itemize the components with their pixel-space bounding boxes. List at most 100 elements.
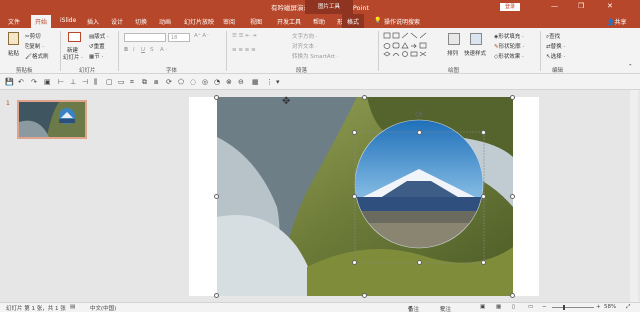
resize-handle[interactable] xyxy=(481,130,486,135)
picture-icon[interactable]: ▦ xyxy=(252,78,259,86)
share-button[interactable]: 👤共享 xyxy=(607,17,627,26)
tab-format[interactable]: 格式 xyxy=(342,14,365,28)
quick-styles-button[interactable]: 快速样式 xyxy=(464,49,486,57)
align-left-icon[interactable]: ⊢ xyxy=(58,78,64,86)
undo-icon[interactable]: ↶ xyxy=(18,78,24,86)
rotate-icon[interactable]: ⟳ xyxy=(166,78,172,86)
arrange-button[interactable]: 排列 xyxy=(447,49,458,57)
slide-sorter-icon[interactable]: ▦ xyxy=(496,304,501,310)
resize-handle[interactable] xyxy=(352,260,357,265)
resize-handle[interactable] xyxy=(481,260,486,265)
shape-fill-button[interactable]: ◈形状填充 · xyxy=(494,32,524,40)
resize-handle[interactable] xyxy=(214,95,219,100)
normal-view-icon[interactable]: ▣ xyxy=(480,304,485,310)
format-painter-button[interactable]: 🖌格式刷 xyxy=(25,52,49,60)
copy-button[interactable]: ⎘复制 · xyxy=(25,42,44,51)
tab-animations[interactable]: 动画 xyxy=(159,17,171,26)
strikethrough-button[interactable]: S xyxy=(150,47,154,53)
crop-icon[interactable]: ⌗ xyxy=(130,78,134,87)
qat-dropdown-icon[interactable]: ▾ xyxy=(276,78,280,86)
tab-slideshow[interactable]: 幻灯片放映 xyxy=(184,17,214,26)
resize-handle[interactable] xyxy=(214,194,219,199)
subtract-icon[interactable]: ⊖ xyxy=(238,78,244,86)
new-slide-dropdown[interactable]: 幻灯片 · xyxy=(63,53,83,61)
collapse-ribbon-icon[interactable]: ⌃ xyxy=(628,64,633,70)
send-backward-icon[interactable]: ⧈ xyxy=(154,78,158,87)
font-size-input[interactable]: 18 xyxy=(168,33,190,42)
bring-forward-icon[interactable]: ⧉ xyxy=(142,78,147,87)
resize-handle[interactable] xyxy=(481,194,486,199)
resize-handle[interactable] xyxy=(352,194,357,199)
distribute-icon[interactable]: ⫼ xyxy=(94,78,97,87)
intersect-icon[interactable]: ⊗ xyxy=(226,78,232,86)
rotate-handle-icon[interactable]: ⟳ xyxy=(415,110,423,121)
arrange-icon[interactable] xyxy=(448,33,460,45)
tab-help[interactable]: 帮助 xyxy=(313,17,325,26)
union-icon[interactable]: ◌ xyxy=(190,78,196,86)
resize-handle[interactable] xyxy=(214,293,219,298)
reading-view-icon[interactable]: ▯ xyxy=(512,304,515,310)
layout-button[interactable]: ▤版式 · xyxy=(89,32,109,40)
minimize-button[interactable]: — xyxy=(551,2,558,10)
paste-button[interactable]: 粘贴 xyxy=(8,49,19,57)
resize-handle[interactable] xyxy=(417,130,422,135)
resize-handle[interactable] xyxy=(362,293,367,298)
spellcheck-icon[interactable]: ▤ xyxy=(70,304,75,310)
grow-font-icon[interactable]: A⁺ A⁻ xyxy=(194,33,209,39)
tab-transitions[interactable]: 切换 xyxy=(135,17,147,26)
zoom-slider-thumb[interactable] xyxy=(563,305,565,310)
resize-handle[interactable] xyxy=(362,95,367,100)
tab-insert[interactable]: 插入 xyxy=(87,17,99,26)
slideshow-start-icon[interactable]: ▣ xyxy=(44,78,51,86)
combine-icon[interactable]: ◎ xyxy=(202,78,208,86)
underline-button[interactable]: U xyxy=(141,47,145,53)
bullets-icon[interactable]: ☰ ☰ ⇤ ⇥ xyxy=(232,33,256,39)
find-button[interactable]: ⌕查找 xyxy=(546,32,560,41)
vertical-scrollbar[interactable] xyxy=(630,90,638,302)
new-slide-icon[interactable] xyxy=(68,32,81,42)
select-button[interactable]: ↖选择 · xyxy=(546,52,565,60)
cut-button[interactable]: ✂剪切 xyxy=(25,32,41,40)
save-icon[interactable]: 💾 xyxy=(5,78,14,86)
restore-button[interactable]: ❐ xyxy=(578,2,584,10)
convert-smartart-button[interactable]: 转换为 SmartArt · xyxy=(292,52,339,60)
align-center-icon[interactable]: ⊥ xyxy=(70,78,76,86)
font-name-input[interactable] xyxy=(124,33,166,42)
align-right-icon[interactable]: ⊣ xyxy=(82,78,88,86)
resize-handle[interactable] xyxy=(510,95,515,100)
tab-design[interactable]: 设计 xyxy=(111,17,123,26)
fragment-icon[interactable]: ◔ xyxy=(214,78,220,86)
resize-handle[interactable] xyxy=(510,194,515,199)
zoom-out-button[interactable]: − xyxy=(542,304,547,310)
align-icons[interactable]: ≡ ≡ ≡ ≡ xyxy=(232,47,256,53)
zoom-in-button[interactable]: + xyxy=(596,304,601,310)
tab-home[interactable]: 开始 xyxy=(31,15,52,28)
tab-review[interactable]: 审阅 xyxy=(223,17,235,26)
resize-handle[interactable] xyxy=(352,130,357,135)
language-indicator[interactable]: 中文(中国) xyxy=(90,304,116,312)
tab-developer[interactable]: 开发工具 xyxy=(277,17,301,26)
shape-effects-button[interactable]: ◇形状效果 · xyxy=(494,52,524,60)
more-icon[interactable]: ⋮ xyxy=(266,78,273,86)
tab-islide[interactable]: iSlide xyxy=(60,17,76,24)
tab-file[interactable]: 文件 xyxy=(8,17,20,26)
resize-handle[interactable] xyxy=(510,293,515,298)
ungroup-icon[interactable]: ▭ xyxy=(118,78,125,86)
shapes-gallery[interactable] xyxy=(383,32,439,62)
group-icon[interactable]: ▢ xyxy=(106,78,113,86)
tab-view[interactable]: 视图 xyxy=(250,17,262,26)
zoom-level[interactable]: 58% xyxy=(604,304,616,310)
italic-button[interactable]: I xyxy=(133,47,135,53)
reset-button[interactable]: ↺重置 xyxy=(89,42,105,50)
font-color-icon[interactable]: A · xyxy=(160,47,167,53)
shape-outline-button[interactable]: ✎形状轮廓 · xyxy=(494,42,524,50)
resize-handle[interactable] xyxy=(417,260,422,265)
text-direction-button[interactable]: 文字方向 · xyxy=(292,32,318,40)
slide-photo[interactable] xyxy=(217,97,513,296)
zoom-slider[interactable] xyxy=(552,307,594,308)
shape-icon[interactable]: ⬠ xyxy=(178,78,184,86)
paste-icon[interactable] xyxy=(8,32,19,45)
align-text-button[interactable]: 对齐文本 · xyxy=(292,42,318,50)
quick-styles-icon[interactable] xyxy=(470,33,482,45)
slide-thumbnail[interactable] xyxy=(17,100,87,139)
